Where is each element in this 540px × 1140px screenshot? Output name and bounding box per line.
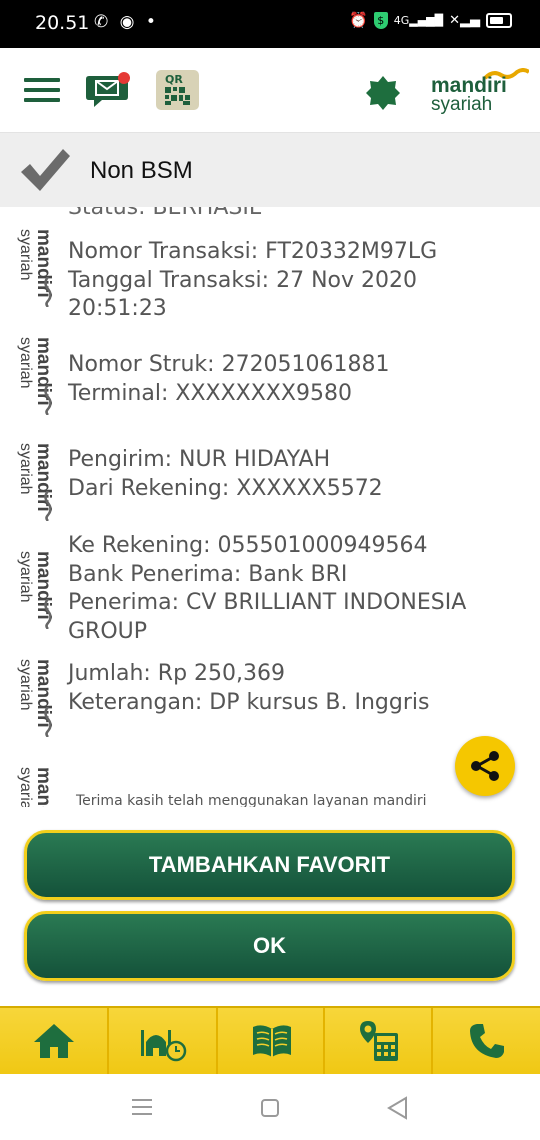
receipt-line: Bank Penerima: Bank BRI [68, 561, 348, 587]
logo-syariah-text: syariah [17, 767, 34, 807]
receipt-line: 20:51:23 [68, 296, 167, 321]
hamburger-icon[interactable] [24, 78, 60, 102]
mosque-clock-icon [140, 1030, 186, 1062]
receipt-line: Terminal: XXXXXXXX9580 [68, 380, 352, 406]
battery-icon [486, 12, 512, 28]
receipt-line: Nomor Transaksi: FT20332M97LG [68, 239, 438, 264]
receipt-line: Tanggal Transaksi: 27 Nov 2020 [68, 267, 417, 293]
mandiri-syariah-logo-partial: mandiri syariah [8, 767, 54, 807]
receipt-list[interactable]: Status: BERHASIL mandiri syariah Nomor Tra… [0, 207, 540, 807]
receipt-line: Keterangan: DP kursus B. Inggris [68, 689, 430, 715]
network-label: 4G [393, 13, 410, 27]
qr-label: QR [165, 73, 183, 86]
nav-prayer-times[interactable] [109, 1008, 216, 1074]
mandiri-syariah-logo: mandiri syariah [8, 337, 54, 415]
map-calculator-icon [359, 1021, 398, 1061]
logo-syariah-text: syariah [17, 443, 34, 495]
status-time: 20.51 [35, 12, 90, 34]
receipt-footer: Terima kasih telah menggunakan layanan m… [76, 793, 427, 807]
mandiri-syariah-logo: mandiri syariah [8, 229, 54, 307]
app-header: QR mandiri syariah [0, 48, 540, 133]
add-favorite-button[interactable]: TAMBAHKAN FAVORIT [24, 830, 515, 900]
logo-wave-icon [44, 491, 52, 521]
logo-wave-icon [44, 707, 52, 737]
qr-scan-button[interactable]: QR [156, 70, 199, 110]
mail-notification-icon[interactable] [86, 72, 132, 107]
nav-home[interactable] [0, 1008, 107, 1074]
whatsapp-icon: ✆ [94, 12, 112, 32]
logo-syariah-text: syariah [17, 551, 34, 603]
brand-logo: mandiri syariah [431, 68, 531, 118]
mandiri-syariah-logo: mandiri syariah [8, 659, 54, 737]
phone-icon [469, 1024, 504, 1058]
nav-zakat-calculator[interactable] [325, 1008, 432, 1074]
status-left-icons: ✆ ◉ • [94, 12, 159, 32]
logo-wave-icon [44, 599, 52, 629]
recents-icon[interactable] [131, 1098, 153, 1116]
brand-sub: syariah [431, 94, 493, 115]
quran-book-icon [252, 1025, 291, 1057]
receipt-line: Penerima: CV BRILLIANT INDONESIA [68, 590, 467, 615]
mandiri-syariah-logo: mandiri syariah [8, 551, 54, 629]
status-line: Status: BERHASIL [68, 207, 262, 220]
share-button[interactable] [455, 736, 515, 796]
share-icon [471, 751, 499, 781]
receipt-line: Dari Rekening: XXXXXX5572 [68, 475, 383, 501]
system-nav-bar [0, 1074, 540, 1140]
home-icon [33, 1024, 74, 1058]
checkmark-icon [21, 149, 70, 191]
logo-wave-icon [44, 277, 52, 307]
logo-wave-icon [44, 385, 52, 415]
nav-call[interactable] [433, 1008, 540, 1074]
alarm-icon: ⏰ [349, 11, 368, 29]
shield-icon: $ [373, 11, 388, 29]
back-triangle-icon[interactable] [386, 1096, 408, 1120]
ok-button[interactable]: OK [24, 911, 515, 981]
logo-syariah-text: syariah [17, 229, 34, 281]
status-bar: 20.51 ✆ ◉ • ⏰ $ 4G▂▄▆█ ✕▂▄ [0, 0, 540, 48]
media-icon: ◉ [119, 12, 138, 32]
receipt-line: Jumlah: Rp 250,369 [68, 661, 286, 686]
section-header: Non BSM [0, 133, 540, 207]
logo-mandiri-text: mandiri [33, 767, 54, 807]
signal-4g-icon: 4G▂▄▆█ [393, 13, 444, 27]
status-right-icons: ⏰ $ 4G▂▄▆█ ✕▂▄ [349, 11, 512, 29]
receipt-line: Nomor Struk: 272051061881 [68, 352, 390, 377]
receipt-line: Pengirim: NUR HIDAYAH [68, 447, 331, 472]
signal-x-icon: ✕▂▄ [449, 12, 480, 28]
receipt-line: GROUP [68, 618, 148, 644]
mandiri-syariah-logo: mandiri syariah [8, 443, 54, 521]
bottom-nav [0, 1006, 540, 1074]
section-title: Non BSM [90, 157, 193, 184]
brand-star-icon [366, 76, 400, 110]
dot-icon: • [145, 12, 159, 32]
logo-syariah-text: syariah [17, 337, 34, 389]
nav-quran[interactable] [218, 1008, 325, 1074]
receipt-line: Ke Rekening: 055501000949564 [68, 533, 428, 558]
logo-syariah-text: syariah [17, 659, 34, 711]
home-square-icon[interactable] [260, 1098, 280, 1118]
